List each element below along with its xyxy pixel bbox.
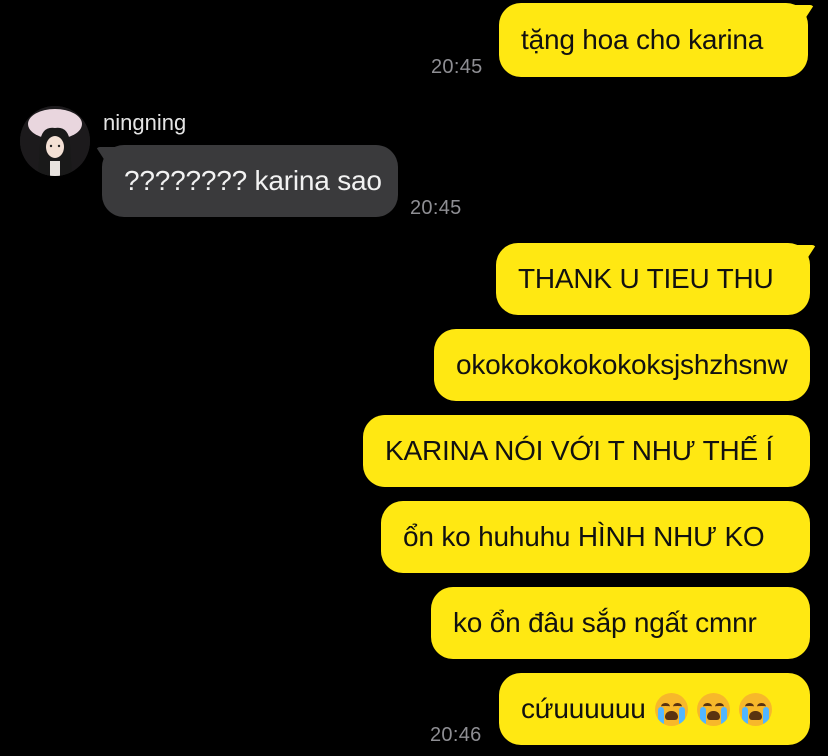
chat-window: tặng hoa cho karina 20:45 ningning ?????… <box>0 0 828 756</box>
profile-photo <box>20 106 90 176</box>
loudly-crying-face-icon <box>654 692 688 726</box>
message-text: okokokokokokoksjshzhsnw <box>456 349 788 380</box>
contact-avatar[interactable] <box>20 106 90 176</box>
message-bubble-incoming[interactable]: ???????? karina sao <box>102 145 398 217</box>
message-bubble-outgoing[interactable]: ổn ko huhuhu HÌNH NHƯ KO <box>381 501 810 573</box>
message-text: ổn ko huhuhu HÌNH NHƯ KO <box>403 521 765 552</box>
message-timestamp: 20:45 <box>410 197 462 219</box>
message-text: cứuuuuuu <box>521 693 646 724</box>
message-timestamp: 20:46 <box>430 724 482 746</box>
message-text: KARINA NÓI VỚI T NHƯ THẾ Í <box>385 435 774 466</box>
message-bubble-outgoing[interactable]: KARINA NÓI VỚI T NHƯ THẾ Í <box>363 415 810 487</box>
message-bubble-outgoing[interactable]: tặng hoa cho karina <box>499 3 808 77</box>
message-bubble-outgoing[interactable]: cứuuuuuu <box>499 673 810 745</box>
sender-name: ningning <box>103 110 187 135</box>
message-bubble-outgoing[interactable]: THANK U TIEU THU <box>496 243 810 315</box>
loudly-crying-face-icon <box>738 692 772 726</box>
message-bubble-outgoing[interactable]: okokokokokokoksjshzhsnw <box>434 329 810 401</box>
message-text: ko ổn đâu sắp ngất cmnr <box>453 607 757 638</box>
message-timestamp: 20:45 <box>431 56 483 78</box>
message-text: ???????? karina sao <box>124 165 382 196</box>
message-text: THANK U TIEU THU <box>518 263 774 294</box>
loudly-crying-face-icon <box>696 692 730 726</box>
message-text: tặng hoa cho karina <box>521 24 764 55</box>
message-bubble-outgoing[interactable]: ko ổn đâu sắp ngất cmnr <box>431 587 810 659</box>
